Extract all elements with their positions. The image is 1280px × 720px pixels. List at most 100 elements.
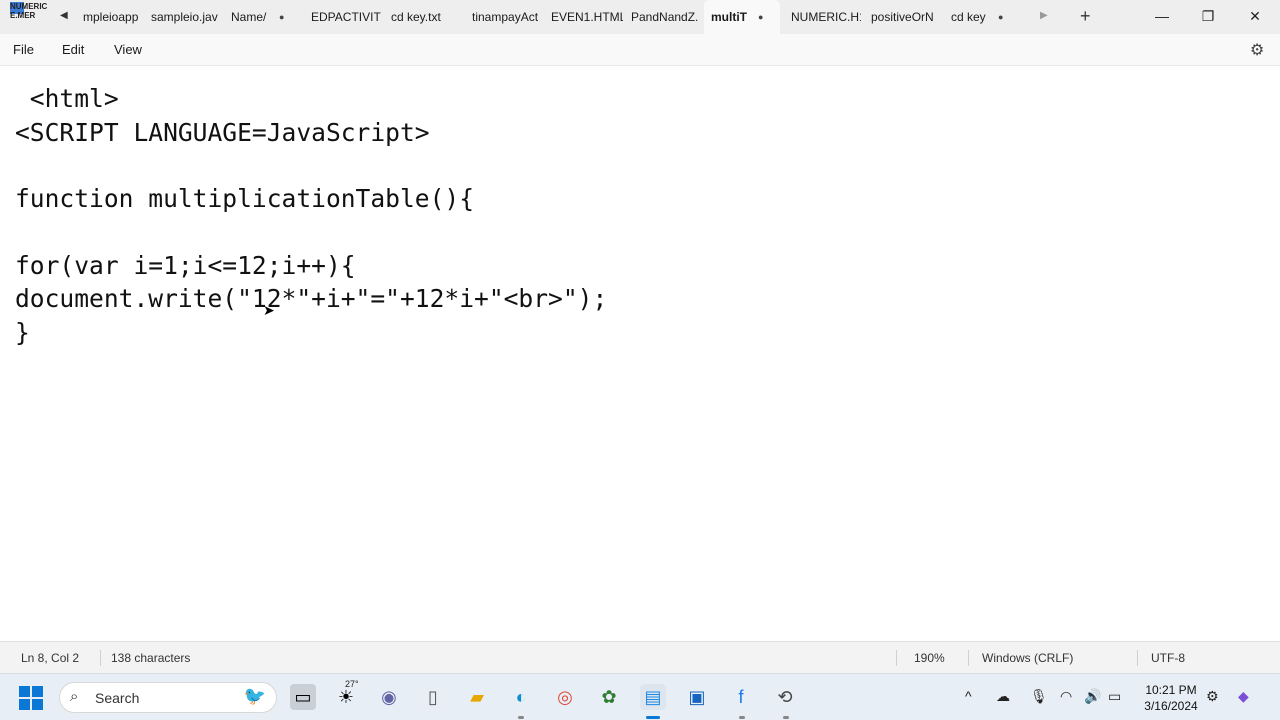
menu-edit[interactable]: Edit [62,42,84,57]
code-line-8: } [15,318,30,347]
code-line-4: function multiplicationTable(){ [15,184,475,213]
windows-logo-icon [32,699,43,710]
code-line-7: document.write("12*"+i+"="+12*i+"<br>"); [15,284,608,313]
clock-date: 3/16/2024 [1144,699,1198,713]
menu-file[interactable]: File [13,42,34,57]
taskbar: ⌕ Search 🐦 ▭ ☀ 27° ◉ ▯ ▰ ◐ ◎ ✿ ▤ ▣ f ⟲ ^… [0,673,1280,720]
onedrive-icon[interactable]: ☁ [996,688,1010,705]
clock-time: 10:21 PM [1145,683,1197,697]
status-bar: Ln 8, Col 2 138 characters 190% Windows … [0,641,1280,673]
chrome-browser-icon[interactable]: ◎ [552,684,578,710]
search-highlight-icon: 🐦 [243,686,266,706]
tab-cd-key-txt[interactable]: cd key.txt [391,0,451,34]
tab-label: sampleio.jav [151,10,218,24]
cursor-position: Ln 8, Col 2 [21,651,80,665]
unsaved-dot-icon: ● [758,12,764,22]
tray-overflow-chevron-icon[interactable]: ^ [965,688,972,704]
status-divider [100,650,101,666]
windows-logo-icon [19,699,30,710]
code-line-1: <html> [15,84,119,113]
maximize-button[interactable]: ❐ [1185,4,1231,30]
tab-even1[interactable]: EVEN1.HTML [551,0,623,34]
status-divider [1137,650,1138,666]
menu-bar: File Edit View ⚙ [0,34,1280,66]
edge-browser-icon[interactable]: ◐ [508,684,534,710]
tab-label: cd key.txt [391,10,441,24]
file-explorer-icon[interactable]: ▰ [464,684,490,710]
running-indicator [783,716,789,719]
encoding: UTF-8 [1151,651,1185,665]
clock[interactable]: 10:21 PM 3/16/2024 [1136,682,1206,714]
tab-pandnandz[interactable]: PandNandZ. [631,0,701,34]
tab-multit-active[interactable]: multiT [704,0,780,34]
volume-icon[interactable]: 🔊 [1084,688,1101,705]
copilot-icon[interactable]: ◆ [1238,688,1249,705]
tab-label: Name/ [231,10,267,24]
close-button[interactable]: ✕ [1232,4,1278,30]
new-tab-button[interactable]: + [1080,6,1091,27]
menu-view[interactable]: View [114,42,142,57]
tab-label: NUMERIC.H1 [791,10,861,24]
search-label: Search [95,690,140,706]
start-button[interactable] [19,686,44,711]
tab-name[interactable]: Name/ [231,0,269,34]
app-icon-label: NUMERIC E.MER [10,2,48,20]
weather-temp: 27° [345,679,359,689]
facebook-icon[interactable]: f [728,684,754,710]
unsaved-dot-icon: ● [998,12,1004,22]
file-icon[interactable]: ▯ [420,684,446,710]
close-icon: ✕ [1249,8,1261,24]
tab-label: cd key [951,10,986,24]
restore-icon: ❐ [1201,8,1215,24]
app-icon: NUMERIC E.MER [10,2,56,28]
windows-logo-icon [19,686,30,697]
snipping-tool-icon[interactable]: ▣ [684,684,710,710]
tab-scroll-right-icon[interactable]: ▶ [1040,10,1048,21]
status-divider [896,650,897,666]
tab-label: multiT [711,10,747,24]
line-ending: Windows (CRLF) [982,651,1074,665]
tab-tinampayact[interactable]: tinampayAct [472,0,540,34]
tab-label: tinampayAct [472,10,539,24]
wifi-icon[interactable]: ◠ [1060,688,1072,705]
app-icon-plant[interactable]: ✿ [596,684,622,710]
microphone-icon[interactable]: 🎙 [1030,688,1048,705]
app-icon-swirl[interactable]: ⟲ [772,684,798,710]
running-indicator [739,716,745,719]
active-app-indicator [646,716,660,719]
tab-numeric[interactable]: NUMERIC.H1 [791,0,861,34]
status-divider [968,650,969,666]
teams-chat-icon[interactable]: ◉ [376,684,402,710]
tab-label: PandNandZ. [631,10,699,24]
tab-positiveorn[interactable]: positiveOrN [871,0,939,34]
tab-mpleioapp[interactable]: mpleioapp [83,0,143,34]
notepad-window: NUMERIC E.MER ◀ mpleioapp sampleio.jav N… [0,0,1280,720]
unsaved-dot-icon: ● [279,12,285,22]
tab-cd-key[interactable]: cd key [951,0,991,34]
tab-label: positiveOrN [871,10,934,24]
notepad-taskbar-icon[interactable]: ▤ [640,684,666,710]
tab-scroll-left-icon[interactable]: ◀ [60,10,68,21]
running-indicator [518,716,524,719]
windows-logo-icon [32,686,43,697]
tab-sampleio[interactable]: sampleio.jav [151,0,221,34]
battery-icon[interactable]: ▭ [1108,688,1121,705]
task-view-icon[interactable]: ▭ [290,684,316,710]
tab-edpactivity[interactable]: EDPACTIVITY [311,0,381,34]
text-editor[interactable]: <html> <SCRIPT LANGUAGE=JavaScript> func… [0,66,1280,641]
character-count: 138 characters [111,651,191,665]
mouse-pointer-icon: ➤ [263,302,275,318]
zoom-level: 190% [914,651,945,665]
settings-gear-icon[interactable]: ⚙ [1250,40,1264,60]
title-bar: NUMERIC E.MER ◀ mpleioapp sampleio.jav N… [0,0,1280,34]
minimize-icon: — [1155,8,1169,24]
taskbar-search[interactable]: ⌕ Search 🐦 [59,682,277,713]
tab-label: EVEN1.HTML [551,10,623,24]
search-icon: ⌕ [70,688,79,705]
code-line-6: for(var i=1;i<=12;i++){ [15,251,356,280]
minimize-button[interactable]: — [1139,4,1185,30]
notification-settings-icon[interactable]: ⚙ [1206,688,1219,705]
plus-icon: + [1080,6,1091,26]
code-line-2: <SCRIPT LANGUAGE=JavaScript> [15,118,430,147]
tab-label: EDPACTIVITY [311,10,381,24]
